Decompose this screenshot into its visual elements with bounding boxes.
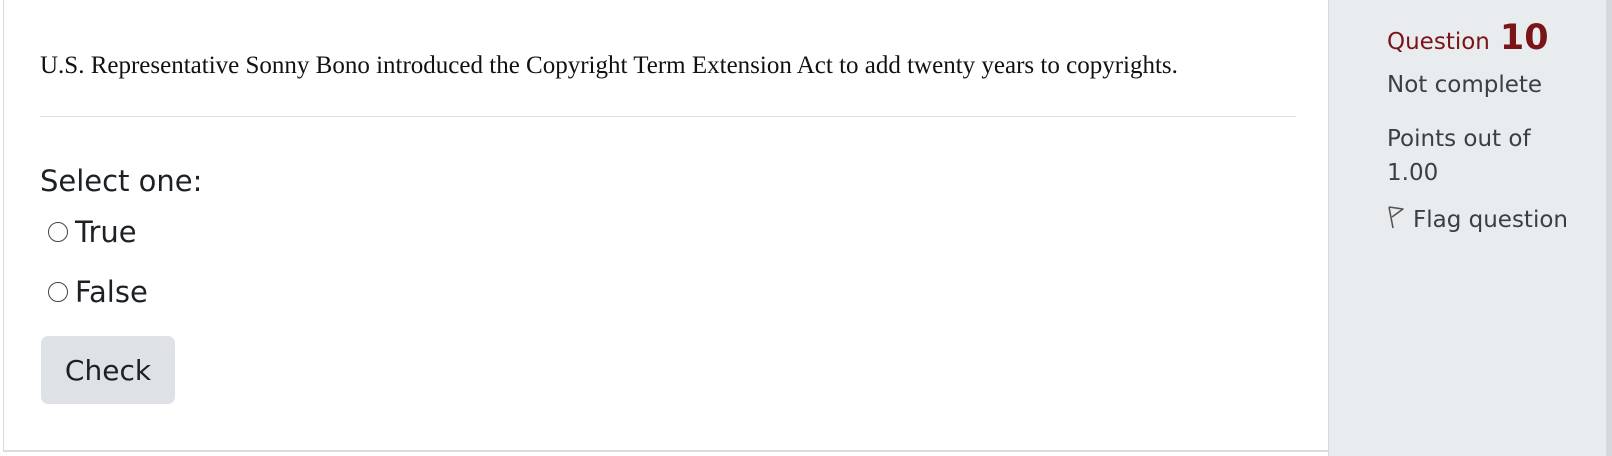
divider: [40, 116, 1296, 117]
option-true-label: True: [75, 215, 137, 249]
option-false-label: False: [75, 275, 148, 309]
flag-icon: [1387, 205, 1413, 235]
panel-edge: [1606, 0, 1612, 456]
question-grade: Points out of 1.00: [1387, 126, 1531, 186]
question-info-panel: Question 10 Not complete Points out of 1…: [1328, 0, 1612, 456]
quiz-page: U.S. Representative Sonny Bono introduce…: [0, 0, 1612, 456]
question-text: U.S. Representative Sonny Bono introduce…: [40, 52, 1178, 79]
flag-question-label: Flag question: [1413, 207, 1568, 233]
question-number: 10: [1499, 18, 1549, 58]
question-state: Not complete: [1387, 72, 1543, 98]
check-button[interactable]: Check: [41, 336, 175, 404]
question-content: U.S. Representative Sonny Bono introduce…: [3, 0, 1328, 452]
question-word: Question: [1387, 29, 1490, 55]
select-one-prompt: Select one:: [40, 164, 203, 198]
radio-true[interactable]: [48, 222, 68, 242]
question-number-heading: Question 10: [1387, 18, 1549, 58]
flag-question-link[interactable]: Flag question: [1387, 205, 1568, 235]
option-true[interactable]: True: [48, 215, 137, 249]
radio-false[interactable]: [48, 282, 68, 302]
option-false[interactable]: False: [48, 275, 148, 309]
